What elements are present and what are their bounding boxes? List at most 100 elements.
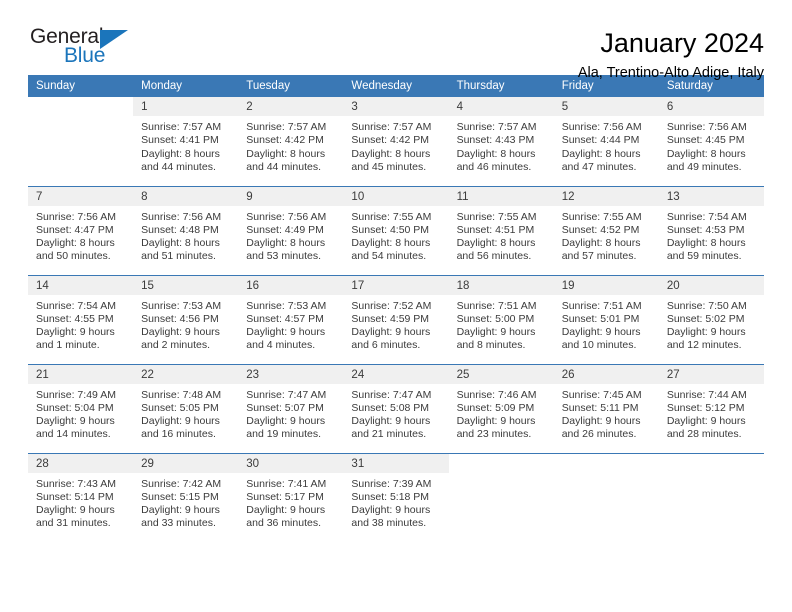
day-number [553,453,659,473]
day-number: 2 [238,97,344,116]
calendar-day-cell[interactable]: 1 Sunrise: 7:57 AM Sunset: 4:41 PM Daylight… [133,97,239,186]
calendar-day-cell[interactable]: 25 Sunrise: 7:46 AM Sunset: 5:09 PM Dayligh… [448,363,554,453]
calendar-day-cell[interactable]: 31 Sunrise: 7:39 AM Sunset: 5:18 PM Dayligh… [343,452,449,542]
day-details: Sunrise: 7:51 AM Sunset: 5:01 PM Daylight:… [554,295,659,353]
day-details: Sunrise: 7:42 AM Sunset: 5:15 PM Daylight:… [133,473,238,531]
calendar-day-cell[interactable]: 22 Sunrise: 7:48 AM Sunset: 5:05 PM Dayligh… [133,363,239,453]
calendar-day-cell[interactable]: 3 Sunrise: 7:57 AM Sunset: 4:42 PM Daylight… [343,97,449,186]
calendar-empty-cell [28,97,134,186]
day-details: Sunrise: 7:48 AM Sunset: 5:05 PM Daylight:… [133,384,238,442]
calendar-day-cell[interactable]: 6 Sunrise: 7:56 AM Sunset: 4:45 PM Daylight… [658,97,764,186]
calendar-day-cell[interactable]: 26 Sunrise: 7:45 AM Sunset: 5:11 PM Dayligh… [553,363,659,453]
sunset-text: Sunset: 4:44 PM [561,134,640,147]
calendar-day-cell[interactable]: 29 Sunrise: 7:42 AM Sunset: 5:15 PM Dayligh… [133,452,239,542]
day-number: 6 [658,97,764,116]
calendar-day-cell[interactable]: 28 Sunrise: 7:43 AM Sunset: 5:14 PM Dayligh… [28,452,134,542]
daylight-text: and 10 minutes. [561,339,637,352]
calendar-day-cell[interactable]: 14 Sunrise: 7:54 AM Sunset: 4:55 PM Dayligh… [28,274,134,364]
calendar-day-cell[interactable]: 30 Sunrise: 7:41 AM Sunset: 5:17 PM Dayligh… [238,452,344,542]
day-details: Sunrise: 7:57 AM Sunset: 4:42 PM Daylight:… [343,116,448,174]
daylight-text: Daylight: 9 hours [246,326,326,339]
sunrise-text: Sunrise: 7:57 AM [246,121,327,133]
calendar-day-cell[interactable]: 5 Sunrise: 7:56 AM Sunset: 4:44 PM Daylight… [553,97,659,186]
calendar-week-row: 28 Sunrise: 7:43 AM Sunset: 5:14 PM Dayligh… [28,452,764,542]
day-details: Sunrise: 7:55 AM Sunset: 4:51 PM Daylight:… [449,206,554,264]
day-details: Sunrise: 7:51 AM Sunset: 5:00 PM Daylight:… [449,295,554,353]
day-number: 29 [133,453,239,473]
day-details [449,473,554,478]
day-details: Sunrise: 7:55 AM Sunset: 4:52 PM Daylight:… [554,206,659,264]
calendar-day-cell[interactable]: 10 Sunrise: 7:55 AM Sunset: 4:50 PM Dayligh… [343,185,449,275]
day-details: Sunrise: 7:43 AM Sunset: 5:14 PM Daylight:… [28,473,133,531]
sunrise-text: Sunrise: 7:41 AM [246,477,327,490]
sunset-text: Sunset: 5:15 PM [141,490,219,503]
daylight-text: and 38 minutes. [351,517,427,530]
calendar-day-cell[interactable]: 2 Sunrise: 7:57 AM Sunset: 4:42 PM Daylight… [238,97,344,186]
sunset-text: Sunset: 5:02 PM [666,312,745,325]
calendar-day-cell[interactable]: 17 Sunrise: 7:52 AM Sunset: 4:59 PM Dayligh… [343,274,449,364]
calendar-day-cell[interactable]: 24 Sunrise: 7:47 AM Sunset: 5:08 PM Dayligh… [343,363,449,453]
sunrise-text: Sunrise: 7:47 AM [351,388,432,401]
daylight-text: and 44 minutes. [141,160,216,173]
day-details: Sunrise: 7:57 AM Sunset: 4:43 PM Daylight:… [449,116,554,174]
day-details: Sunrise: 7:56 AM Sunset: 4:49 PM Daylight:… [238,206,343,264]
daylight-text: Daylight: 8 hours [351,237,431,250]
calendar-day-cell[interactable]: 19 Sunrise: 7:51 AM Sunset: 5:01 PM Dayligh… [553,274,659,364]
calendar-day-cell[interactable]: 23 Sunrise: 7:47 AM Sunset: 5:07 PM Dayligh… [238,363,344,453]
sunset-text: Sunset: 4:43 PM [456,134,535,147]
sunset-text: Sunset: 4:50 PM [351,223,430,236]
day-header-wednesday: Wednesday [343,75,449,97]
day-details: Sunrise: 7:56 AM Sunset: 4:48 PM Daylight:… [133,206,238,264]
calendar-day-cell[interactable]: 4 Sunrise: 7:57 AM Sunset: 4:43 PM Daylight… [448,97,554,186]
day-number: 17 [343,275,449,295]
sunset-text: Sunset: 5:18 PM [351,490,430,503]
day-details: Sunrise: 7:39 AM Sunset: 5:18 PM Daylight:… [343,473,448,531]
day-details: Sunrise: 7:45 AM Sunset: 5:11 PM Daylight:… [554,384,659,442]
day-number: 15 [133,275,239,295]
daylight-text: Daylight: 9 hours [666,415,746,428]
sunset-text: Sunset: 5:12 PM [666,401,745,414]
sunrise-text: Sunrise: 7:57 AM [141,121,222,133]
day-details: Sunrise: 7:56 AM Sunset: 4:45 PM Daylight:… [659,116,764,174]
calendar-day-cell[interactable]: 11 Sunrise: 7:55 AM Sunset: 4:51 PM Dayligh… [448,185,554,275]
calendar-day-cell[interactable]: 12 Sunrise: 7:55 AM Sunset: 4:52 PM Dayligh… [553,185,659,275]
sunrise-text: Sunrise: 7:56 AM [141,210,222,223]
daylight-text: Daylight: 9 hours [351,326,431,339]
calendar-day-cell[interactable]: 18 Sunrise: 7:51 AM Sunset: 5:00 PM Dayligh… [448,274,554,364]
calendar-day-cell[interactable]: 8 Sunrise: 7:56 AM Sunset: 4:48 PM Daylight… [133,185,239,275]
daylight-text: Daylight: 9 hours [36,415,115,428]
sunrise-text: Sunrise: 7:43 AM [36,477,116,490]
day-number: 16 [238,275,344,295]
calendar-day-cell[interactable]: 7 Sunrise: 7:56 AM Sunset: 4:47 PM Daylight… [28,185,134,275]
sunrise-text: Sunrise: 7:44 AM [666,388,747,401]
day-number: 11 [448,186,554,206]
sunrise-text: Sunrise: 7:55 AM [561,210,642,223]
day-details [554,473,659,478]
general-blue-logo[interactable]: General Blue [28,26,168,74]
day-number: 28 [28,453,134,473]
day-number: 18 [448,275,554,295]
sunset-text: Sunset: 5:07 PM [246,401,324,414]
sunrise-text: Sunrise: 7:57 AM [456,121,537,133]
sunrise-text: Sunrise: 7:56 AM [36,210,116,223]
day-details [28,116,133,121]
daylight-text: and 33 minutes. [141,517,216,530]
day-details: Sunrise: 7:57 AM Sunset: 4:42 PM Daylight:… [238,116,343,174]
calendar-day-cell[interactable]: 21 Sunrise: 7:49 AM Sunset: 5:04 PM Dayligh… [28,363,134,453]
calendar-day-cell[interactable]: 9 Sunrise: 7:56 AM Sunset: 4:49 PM Daylight… [238,185,344,275]
calendar-day-cell[interactable]: 15 Sunrise: 7:53 AM Sunset: 4:56 PM Dayligh… [133,274,239,364]
calendar-day-cell[interactable]: 20 Sunrise: 7:50 AM Sunset: 5:02 PM Dayligh… [658,274,764,364]
day-number: 23 [238,364,344,384]
sunset-text: Sunset: 4:51 PM [456,223,535,236]
day-number: 25 [448,364,554,384]
calendar-day-cell[interactable]: 13 Sunrise: 7:54 AM Sunset: 4:53 PM Dayligh… [658,185,764,275]
daylight-text: Daylight: 8 hours [36,237,115,250]
title-block: January 2024 Ala, Trentino-Alto Adige, I… [578,26,764,83]
day-number: 14 [28,275,134,295]
sunrise-text: Sunrise: 7:45 AM [561,388,642,401]
day-number: 24 [343,364,449,384]
day-number [448,453,554,473]
calendar-day-cell[interactable]: 16 Sunrise: 7:53 AM Sunset: 4:57 PM Dayligh… [238,274,344,364]
calendar-day-cell[interactable]: 27 Sunrise: 7:44 AM Sunset: 5:12 PM Dayligh… [658,363,764,453]
daylight-text: Daylight: 8 hours [666,237,746,250]
